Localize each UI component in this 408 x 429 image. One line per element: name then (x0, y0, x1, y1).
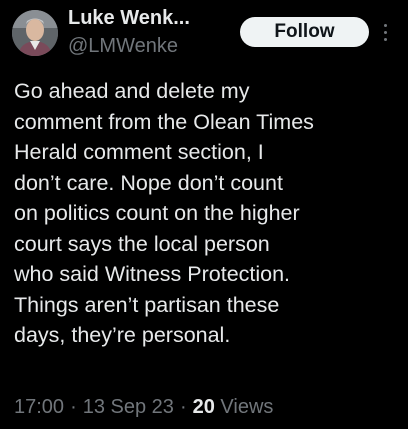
more-vertical-icon[interactable] (382, 22, 390, 42)
avatar[interactable] (12, 10, 58, 56)
tweet-card: Luke Wenk... @LMWenke Follow Go ahead an… (0, 0, 408, 429)
author-display-name[interactable]: Luke Wenk... (68, 6, 190, 30)
profile-photo-icon (12, 10, 58, 56)
author-handle[interactable]: @LMWenke (68, 34, 178, 58)
views-count[interactable]: 20 (193, 396, 215, 418)
tweet-time[interactable]: 17:00 (14, 396, 64, 418)
follow-button[interactable]: Follow (240, 17, 369, 47)
tweet-meta: 17:00 · 13 Sep 23 · 20 Views (14, 394, 273, 420)
tweet-header: Luke Wenk... @LMWenke Follow (0, 0, 408, 72)
separator-dot: · (179, 396, 187, 418)
views-label: Views (220, 396, 274, 418)
tweet-date[interactable]: 13 Sep 23 (83, 396, 174, 418)
tweet-text: Go ahead and delete my comment from the … (14, 79, 314, 347)
separator-dot: · (70, 396, 77, 418)
